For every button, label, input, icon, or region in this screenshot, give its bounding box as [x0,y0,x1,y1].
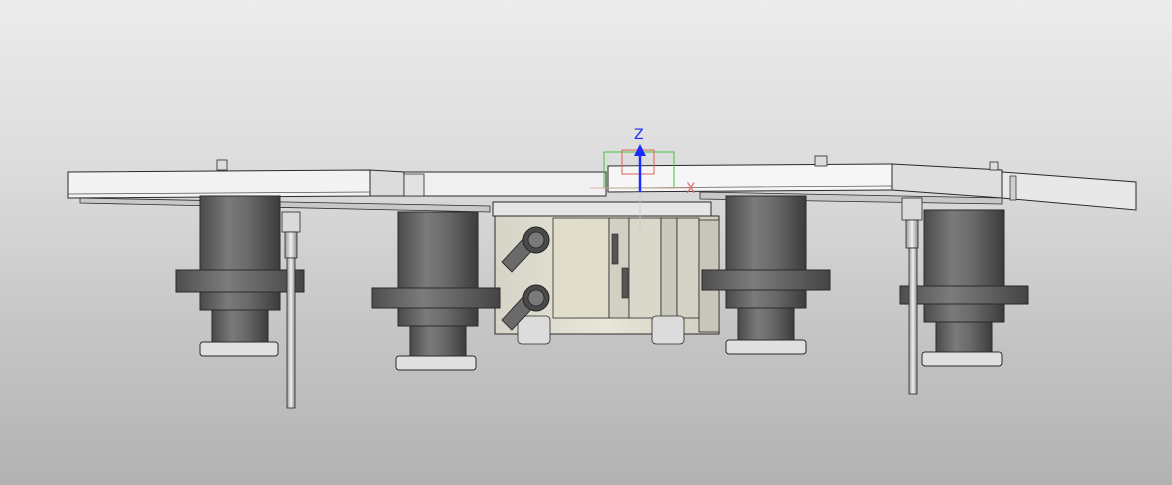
suction-cup-4[interactable] [899,209,1029,367]
mounting-plate-center[interactable] [403,171,607,197]
suction-cup-2[interactable] [371,211,501,371]
pneumatic-block[interactable] [492,201,720,345]
z-axis-label: Z [634,127,644,143]
suction-cup-3[interactable] [701,195,831,355]
x-axis-label: X [686,181,696,197]
guide-pin-left[interactable] [281,211,301,409]
cad-model-scene[interactable]: Z X [0,0,1172,485]
3d-viewport[interactable]: Z X [0,0,1172,485]
